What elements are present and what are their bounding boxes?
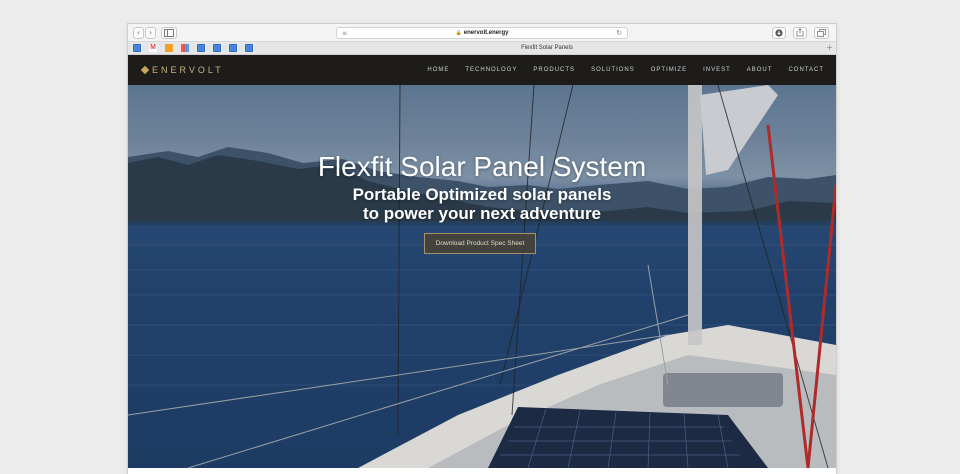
forward-icon: › xyxy=(148,28,153,37)
mail-bookmark-icon[interactable] xyxy=(181,44,189,52)
docs-bookmark-icon[interactable] xyxy=(133,44,141,52)
hero-subtitle: Portable Optimized solar panels to power… xyxy=(128,185,836,223)
sidebar-icon xyxy=(164,29,174,37)
site-logo[interactable]: ENERVOLT xyxy=(140,55,224,85)
share-button[interactable] xyxy=(793,27,807,39)
gmail-bookmark-icon[interactable]: M xyxy=(149,44,157,52)
menu-item-products[interactable]: PRODUCTS xyxy=(533,67,575,73)
hero-background-image xyxy=(128,85,836,468)
new-tab-button[interactable]: + xyxy=(825,43,834,52)
back-button[interactable]: ‹ xyxy=(133,27,144,39)
logo-text: ENERVOLT xyxy=(152,65,224,75)
sidebar-button[interactable] xyxy=(161,27,177,39)
docs-bookmark-icon[interactable] xyxy=(213,44,221,52)
menu-item-technology[interactable]: TECHNOLOGY xyxy=(465,67,517,73)
menu-item-invest[interactable]: INVEST xyxy=(703,67,731,73)
reload-icon[interactable]: ↻ xyxy=(616,28,622,39)
browser-window: ‹ › ≡ 🔒 enervolt.energy ↻ M Flexfit Sola… xyxy=(128,24,836,474)
download-spec-sheet-button[interactable]: Download Product Spec Sheet xyxy=(424,233,536,254)
download-button[interactable] xyxy=(772,27,786,39)
back-icon: ‹ xyxy=(136,28,141,37)
site-navigation: ENERVOLT HOME TECHNOLOGY PRODUCTS SOLUTI… xyxy=(128,55,836,85)
tab-bar: M Flexfit Solar Panels + xyxy=(128,42,836,55)
docs-bookmark-icon[interactable] xyxy=(245,44,253,52)
docs-bookmark-icon[interactable] xyxy=(229,44,237,52)
active-tab[interactable]: Flexfit Solar Panels xyxy=(270,42,824,54)
logo-diamond-icon xyxy=(140,65,150,75)
page-bottom-strip xyxy=(128,468,836,474)
bookmarks-bar: M xyxy=(128,42,270,54)
lock-icon: 🔒 xyxy=(455,30,462,36)
menu-item-about[interactable]: ABOUT xyxy=(747,67,773,73)
hero-section: Flexfit Solar Panel System Portable Opti… xyxy=(128,85,836,468)
chart-bookmark-icon[interactable] xyxy=(165,44,173,52)
download-icon xyxy=(775,29,783,37)
browser-toolbar: ‹ › ≡ 🔒 enervolt.energy ↻ xyxy=(128,24,836,42)
menu-item-contact[interactable]: CONTACT xyxy=(788,67,824,73)
url-text: enervolt.energy xyxy=(463,30,509,36)
forward-button[interactable]: › xyxy=(145,27,156,39)
menu-item-optimize[interactable]: OPTIMIZE xyxy=(651,67,687,73)
menu-item-solutions[interactable]: SOLUTIONS xyxy=(591,67,635,73)
tabs-icon xyxy=(817,29,826,37)
hero-subtitle-line-2: to power your next adventure xyxy=(362,204,602,223)
main-menu: HOME TECHNOLOGY PRODUCTS SOLUTIONS OPTIM… xyxy=(427,55,824,85)
share-icon xyxy=(796,28,804,37)
hero-subtitle-line-1: Portable Optimized solar panels xyxy=(352,185,612,204)
address-bar[interactable]: ≡ 🔒 enervolt.energy ↻ xyxy=(336,27,628,39)
tabs-overview-button[interactable] xyxy=(814,27,829,39)
hero-title: Flexfit Solar Panel System xyxy=(317,151,647,182)
docs-bookmark-icon[interactable] xyxy=(197,44,205,52)
menu-item-home[interactable]: HOME xyxy=(427,67,449,73)
